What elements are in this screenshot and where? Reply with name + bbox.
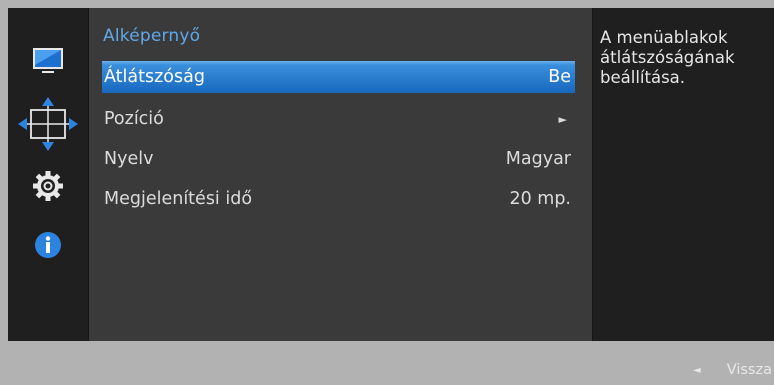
back-label: Vissza bbox=[726, 362, 772, 378]
info-icon[interactable] bbox=[8, 230, 88, 260]
monitor-icon[interactable] bbox=[8, 46, 88, 78]
menu-item-label: Nyelv bbox=[104, 149, 154, 169]
menu-item-position[interactable]: Pozíció ► bbox=[102, 103, 575, 135]
menu-item-value: 20 mp. bbox=[509, 189, 571, 209]
back-arrow-icon: ◄ bbox=[693, 364, 701, 376]
menu-item-display-time[interactable]: Megjelenítési idő 20 mp. bbox=[102, 183, 575, 215]
menu-item-value: Magyar bbox=[505, 149, 571, 169]
gear-icon[interactable] bbox=[8, 170, 88, 202]
help-text: A menüablakok átlátszóságának beállítása… bbox=[600, 28, 735, 87]
submenu-panel: Alképernyő Átlátszóság Be Pozíció ► Nyel… bbox=[88, 8, 593, 349]
help-panel: A menüablakok átlátszóságának beállítása… bbox=[593, 8, 774, 341]
submenu-title: Alképernyő bbox=[103, 26, 201, 46]
menu-item-value: Be bbox=[548, 67, 571, 87]
sidebar bbox=[8, 8, 88, 341]
menu-item-label: Megjelenítési idő bbox=[104, 189, 253, 209]
menu-item-transparency[interactable]: Átlátszóság Be bbox=[102, 61, 575, 93]
chevron-right-icon: ► bbox=[558, 112, 567, 126]
back-button[interactable]: ◄ Vissza bbox=[693, 362, 772, 378]
footer-bar bbox=[0, 341, 774, 385]
menu-item-language[interactable]: Nyelv Magyar bbox=[102, 143, 575, 175]
position-arrows-icon[interactable] bbox=[8, 96, 88, 152]
menu-item-label: Átlátszóság bbox=[104, 67, 205, 87]
menu-item-label: Pozíció bbox=[104, 109, 164, 129]
